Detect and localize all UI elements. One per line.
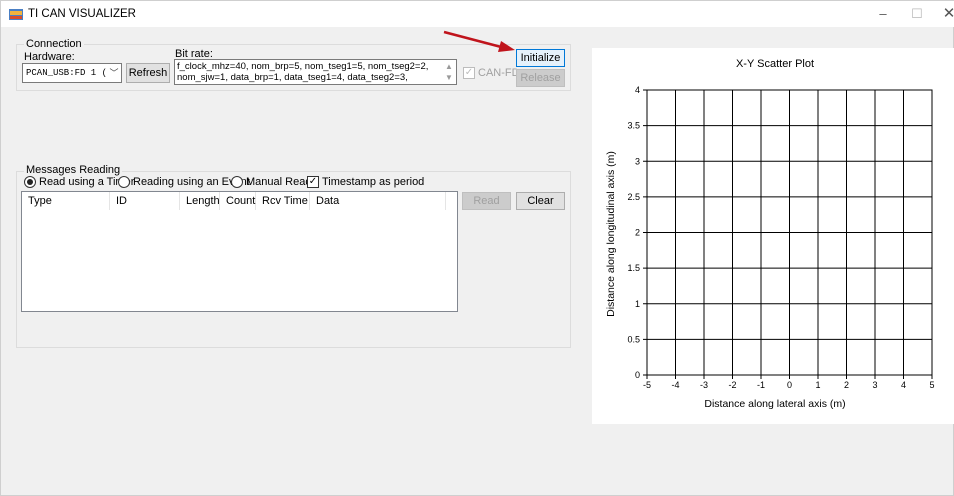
scroll-down-icon[interactable]: ▼ xyxy=(445,72,453,83)
scroll-up-icon[interactable]: ▲ xyxy=(445,61,453,72)
messages-list[interactable]: Type ID Length Count Rcv Time Data xyxy=(21,191,458,312)
window-title: TI CAN VISUALIZER xyxy=(28,8,136,20)
column-header-length[interactable]: Length xyxy=(180,192,220,210)
radio-read-timer[interactable] xyxy=(24,176,36,188)
scatter-plot-panel: X-Y Scatter Plot Distance along lateral … xyxy=(592,48,954,424)
timestamp-label[interactable]: Timestamp as period xyxy=(322,176,424,188)
x-tick-label: -4 xyxy=(671,380,679,390)
x-tick-label: -1 xyxy=(757,380,765,390)
app-window: TI CAN VISUALIZER – ☐ ✕ Connection Hardw… xyxy=(0,0,954,496)
y-tick-label: 3.5 xyxy=(627,121,640,131)
x-tick-label: 2 xyxy=(844,380,849,390)
y-axis-label: Distance along longitudinal axis (m) xyxy=(605,151,617,317)
column-header-data[interactable]: Data xyxy=(310,192,446,210)
title-bar[interactable]: TI CAN VISUALIZER – ☐ ✕ xyxy=(1,1,954,27)
messages-list-header: Type ID Length Count Rcv Time Data xyxy=(22,192,457,210)
scatter-plot: X-Y Scatter Plot Distance along lateral … xyxy=(605,58,935,410)
plot-area: -5 -4 -3 -2 -1 0 1 2 3 4 5 0 0.5 1 1.5 2 2.5 3 3.5 4 xyxy=(627,85,934,390)
y-tick-label: 1 xyxy=(635,299,640,309)
canfd-checkbox[interactable]: ✓ xyxy=(463,67,475,79)
bitrate-field[interactable]: f_clock_mhz=40, nom_brp=5, nom_tseg1=5, … xyxy=(174,59,457,85)
annotation-arrow xyxy=(443,30,515,52)
x-tick-label: 4 xyxy=(901,380,906,390)
column-header-rcv-time[interactable]: Rcv Time xyxy=(256,192,310,210)
y-tick-label: 2.5 xyxy=(627,192,640,202)
y-tick-label: 1.5 xyxy=(627,263,640,273)
column-header-id[interactable]: ID xyxy=(110,192,180,210)
y-tick-label: 2 xyxy=(635,228,640,238)
hardware-select[interactable]: PCAN_USB:FD 1 (51 ﹀ xyxy=(22,63,122,83)
x-tick-label: 5 xyxy=(929,380,934,390)
canfd-label: CAN-FD xyxy=(478,67,520,79)
hardware-label: Hardware: xyxy=(24,51,75,63)
x-tick-label: -5 xyxy=(643,380,651,390)
y-tick-label: 4 xyxy=(635,85,640,95)
column-header-count[interactable]: Count xyxy=(220,192,256,210)
y-tick-label: 0.5 xyxy=(627,334,640,344)
connection-group-label: Connection xyxy=(24,38,84,50)
messages-group-label: Messages Reading xyxy=(24,164,123,176)
x-tick-label: 3 xyxy=(872,380,877,390)
close-button[interactable]: ✕ xyxy=(934,5,954,23)
x-axis-label: Distance along lateral axis (m) xyxy=(704,398,845,410)
x-tick-label: -3 xyxy=(700,380,708,390)
radio-selected-dot xyxy=(27,179,33,185)
minimize-button[interactable]: – xyxy=(868,5,898,23)
chart-title: X-Y Scatter Plot xyxy=(736,58,814,70)
clear-button[interactable]: Clear xyxy=(516,192,565,210)
y-tick-label: 3 xyxy=(635,156,640,166)
release-button[interactable]: Release xyxy=(516,69,565,87)
column-header-type[interactable]: Type xyxy=(22,192,110,210)
radio-manual-read[interactable] xyxy=(231,176,243,188)
x-tick-label: 0 xyxy=(787,380,792,390)
initialize-button[interactable]: Initialize xyxy=(516,49,565,67)
hardware-select-value: PCAN_USB:FD 1 (51 xyxy=(26,68,118,78)
x-tick-label: -2 xyxy=(728,380,736,390)
x-tick-label: 1 xyxy=(815,380,820,390)
maximize-button[interactable]: ☐ xyxy=(902,5,932,23)
y-tick-label: 0 xyxy=(635,370,640,380)
chevron-down-icon: ﹀ xyxy=(107,64,121,82)
bitrate-text: f_clock_mhz=40, nom_brp=5, nom_tseg1=5, … xyxy=(177,61,429,84)
radio-manual-read-label[interactable]: Manual Read xyxy=(246,176,311,188)
refresh-button[interactable]: Refresh xyxy=(126,63,170,83)
timestamp-checkbox[interactable]: ✓ xyxy=(307,176,319,188)
app-icon xyxy=(9,9,23,20)
read-button[interactable]: Read xyxy=(462,192,511,210)
radio-read-event[interactable] xyxy=(118,176,130,188)
bitrate-scrollbar[interactable]: ▲ ▼ xyxy=(444,60,456,84)
